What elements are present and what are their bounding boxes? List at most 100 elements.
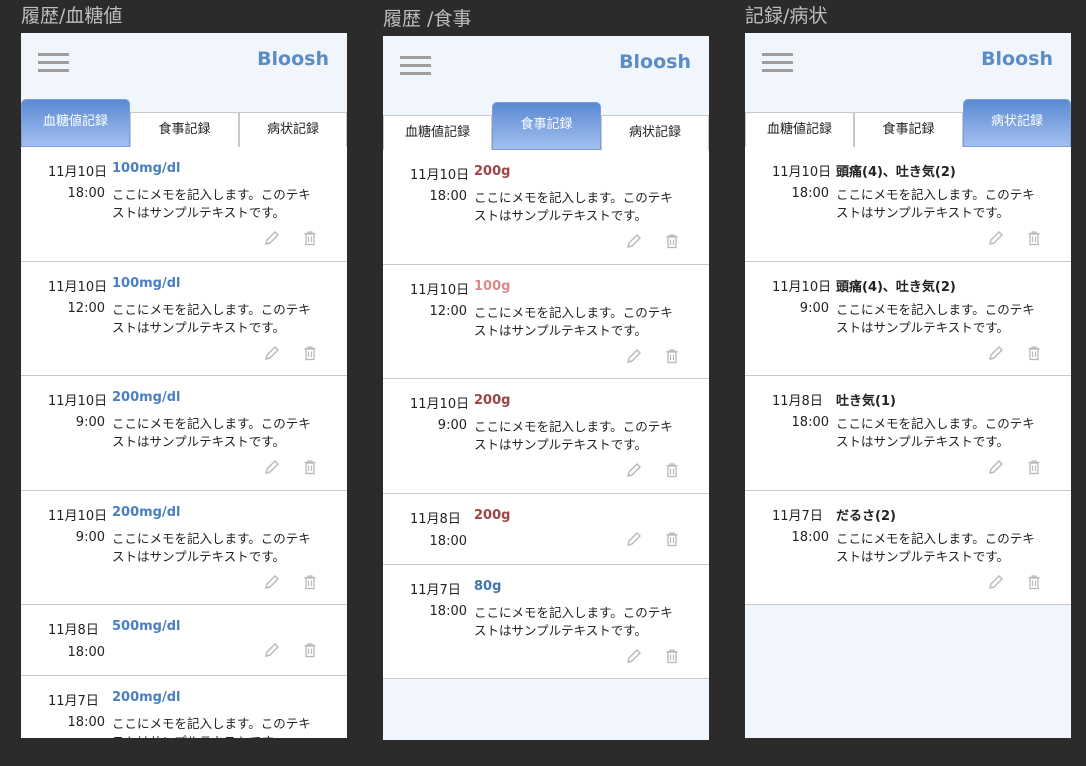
trash-icon[interactable] [1025,573,1043,591]
trash-icon[interactable] [1025,344,1043,362]
trash-icon[interactable] [663,232,681,250]
pencil-icon[interactable] [625,347,643,365]
record-actions [625,647,681,665]
record-memo: ここにメモを記入します。このテキストはサンプルテキストです。 [112,187,311,220]
record-actions [263,573,319,591]
pencil-icon[interactable] [263,229,281,247]
pencil-icon[interactable] [625,530,643,548]
hamburger-icon[interactable] [762,53,793,73]
tab-symptom[interactable]: 病状記録 [963,99,1071,147]
record-actions [625,232,681,250]
pencil-icon[interactable] [987,458,1005,476]
trash-icon[interactable] [301,573,319,591]
record-value: 80g [474,578,502,594]
record-memo: ここにメモを記入します。このテキストはサンプルテキストです。 [112,416,311,449]
record-time: 18:00 [67,645,105,660]
trash-icon[interactable] [1025,458,1043,476]
record-value: 200g [474,393,511,408]
tab-meal[interactable]: 食事記録 [130,112,239,147]
record-list: 11月10日 100mg/dl 18:00 ここにメモを記入します。このテキストはサン… [21,147,347,738]
phone-symptom-record: Bloosh 血糖値記録 食事記録 病状記録 11月10日 頭痛(4)、吐き気(2… [745,33,1071,738]
pencil-icon[interactable] [263,344,281,362]
trash-icon[interactable] [301,344,319,362]
record-actions [987,573,1043,591]
record-actions [987,229,1043,247]
tab-bar: 血糖値記録 食事記録 病状記録 [745,97,1071,147]
trash-icon[interactable] [663,647,681,665]
record-memo: ここにメモを記入します。このテキストはサンプルテキストです。 [836,187,1035,220]
frame-title-glucose: 履歴/血糖値 [21,5,123,27]
brand-logo: Bloosh [981,48,1053,70]
record-date: 11月7日 [48,694,99,709]
record-date: 11月7日 [772,508,823,524]
record-actions [263,458,319,476]
record-row: 11月8日 200g 18:00 [383,494,709,565]
tab-glucose[interactable]: 血糖値記録 [21,99,130,147]
pencil-icon[interactable] [625,461,643,479]
record-value: 200mg/dl [112,504,181,520]
pencil-icon[interactable] [987,344,1005,362]
trash-icon[interactable] [663,461,681,479]
tab-meal[interactable]: 食事記録 [492,102,601,150]
record-row: 11月7日 だるさ(2) 18:00 ここにメモを記入します。このテキストはサンプルテ… [745,491,1071,605]
tab-glucose[interactable]: 血糖値記録 [745,112,854,147]
record-row: 11月10日 頭痛(4)、吐き気(2) 18:00 ここにメモを記入します。このテキス… [745,147,1071,262]
pencil-icon[interactable] [625,647,643,665]
hamburger-icon[interactable] [400,56,431,76]
record-row: 11月10日 200mg/dl 9:00 ここにメモを記入します。このテキストはサンプ… [21,376,347,491]
record-date: 11月10日 [48,279,108,295]
tab-meal[interactable]: 食事記録 [854,112,963,147]
record-list: 11月10日 頭痛(4)、吐き気(2) 18:00 ここにメモを記入します。このテキス… [745,147,1071,605]
pencil-icon[interactable] [987,573,1005,591]
record-row: 11月8日 吐き気(1) 18:00 ここにメモを記入します。このテキストはサンプルテ… [745,376,1071,491]
record-value: 500mg/dl [112,619,181,634]
record-date: 11月10日 [48,508,108,524]
record-memo: ここにメモを記入します。このテキストはサンプルテキストです。 [112,530,311,564]
record-list: 11月10日 200g 18:00 ここにメモを記入します。このテキストはサンプルテキ… [383,150,709,679]
record-date: 11月10日 [772,279,832,295]
tab-glucose[interactable]: 血糖値記録 [383,115,492,150]
record-actions [987,458,1043,476]
record-time: 12:00 [429,303,467,319]
pencil-icon[interactable] [263,573,281,591]
pencil-icon[interactable] [625,232,643,250]
record-time: 18:00 [67,715,105,730]
record-memo: ここにメモを記入します。このテキストはサンプルテキストです。 [112,716,311,738]
record-row: 11月10日 200mg/dl 9:00 ここにメモを記入します。このテキストはサンプ… [21,491,347,605]
trash-icon[interactable] [1025,229,1043,247]
record-value: 100mg/dl [112,275,181,291]
record-memo: ここにメモを記入します。このテキストはサンプルテキストです。 [836,301,1035,335]
record-row: 11月7日 80g 18:00 ここにメモを記入します。このテキストはサンプルテキスト… [383,565,709,679]
record-time: 9:00 [75,415,105,430]
record-memo: ここにメモを記入します。このテキストはサンプルテキストです。 [112,301,311,335]
pencil-icon[interactable] [263,641,281,659]
record-time: 12:00 [67,300,105,316]
record-row: 11月7日 200mg/dl 18:00 ここにメモを記入します。このテキストはサンプ… [21,676,347,738]
trash-icon[interactable] [301,229,319,247]
trash-icon[interactable] [301,641,319,659]
tab-symptom[interactable]: 病状記録 [601,115,709,150]
hamburger-icon[interactable] [38,53,69,73]
trash-icon[interactable] [663,530,681,548]
record-date: 11月10日 [48,165,108,180]
record-memo: ここにメモを記入します。このテキストはサンプルテキストです。 [836,416,1035,449]
pencil-icon[interactable] [263,458,281,476]
record-memo: ここにメモを記入します。このテキストはサンプルテキストです。 [474,419,673,452]
pencil-icon[interactable] [987,229,1005,247]
record-time: 18:00 [429,603,467,619]
record-time: 18:00 [791,529,829,545]
record-time: 18:00 [67,186,105,201]
trash-icon[interactable] [663,347,681,365]
frame-title-symptom: 記録/病状 [745,5,828,27]
record-memo: ここにメモを記入します。このテキストはサンプルテキストです。 [474,304,673,338]
app-header: Bloosh [745,33,1071,97]
record-row: 11月10日 100mg/dl 12:00 ここにメモを記入します。このテキストはサン… [21,262,347,376]
record-date: 11月10日 [410,282,470,298]
record-time: 18:00 [791,186,829,201]
record-value: 吐き気(1) [836,394,896,409]
trash-icon[interactable] [301,458,319,476]
record-row: 11月10日 200g 18:00 ここにメモを記入します。このテキストはサンプルテキ… [383,150,709,265]
tab-symptom[interactable]: 病状記録 [239,112,347,147]
record-time: 9:00 [75,529,105,545]
record-date: 11月10日 [772,165,832,180]
